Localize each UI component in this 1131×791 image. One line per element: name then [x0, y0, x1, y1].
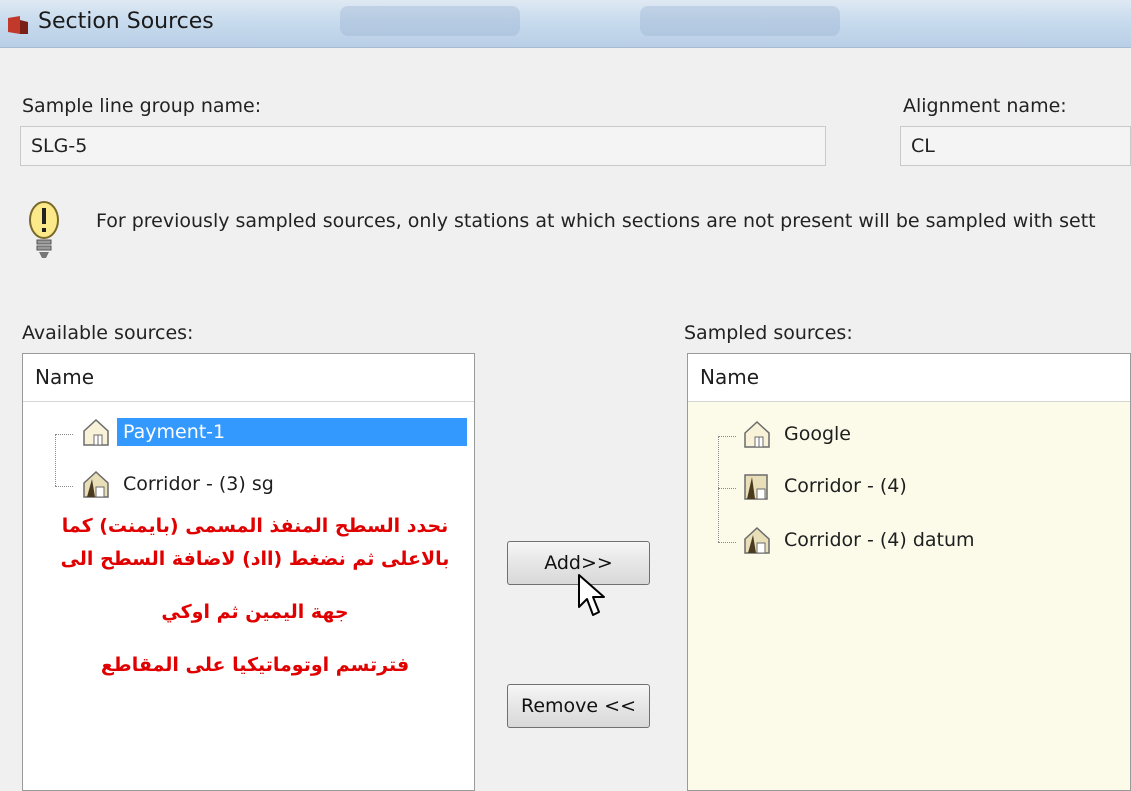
surface-icon [83, 418, 109, 446]
remove-button[interactable]: Remove << [507, 684, 650, 728]
available-name-column-header[interactable]: Name [23, 354, 474, 402]
tree-connector [55, 434, 73, 435]
lightbulb-icon [29, 201, 59, 258]
background-window-blur [340, 6, 520, 36]
tree-connector [718, 436, 719, 542]
sampled-name-column-header[interactable]: Name [688, 354, 1130, 402]
info-message: For previously sampled sources, only sta… [96, 210, 1096, 232]
sampled-sources-label: Sampled sources: [684, 322, 853, 344]
corridor-surface-icon [83, 470, 109, 498]
corridor-icon [744, 474, 768, 500]
annotation-line-4: فترتسم اوتوماتيكيا على المقاطع [100, 654, 410, 676]
background-window-blur [640, 6, 840, 36]
sampled-list-body: Google Corridor - (4) Corridor - (4) dat… [688, 402, 1130, 790]
available-list-body: Payment-1 Corridor - (3) sg [23, 402, 474, 790]
tree-connector [718, 488, 736, 489]
available-sources-label: Available sources: [22, 322, 194, 344]
window-title: Section Sources [38, 9, 214, 34]
alignment-field[interactable]: CL [900, 126, 1131, 166]
tree-connector [718, 436, 736, 437]
annotation-line-1: نحدد السطح المنفذ المسمى (بايمنت) كما [61, 515, 449, 537]
tree-connector [718, 542, 736, 543]
sample-line-group-label: Sample line group name: [22, 95, 262, 117]
sampled-item-corridor-4-datum[interactable]: Corridor - (4) datum [742, 522, 981, 558]
available-item-payment-1[interactable]: Payment-1 [81, 414, 467, 450]
annotation-line-3: جهة اليمين ثم اوكي [161, 601, 349, 623]
title-bar: Section Sources [0, 0, 1131, 48]
app-icon [8, 16, 28, 34]
surface-icon [744, 420, 770, 448]
sampled-sources-list[interactable]: Name Google Corridor - (4) Corridor - (4… [687, 353, 1131, 791]
available-sources-list[interactable]: Name Payment-1 Corridor - (3) sg [22, 353, 475, 791]
corridor-surface-icon [744, 526, 770, 554]
tree-connector [55, 486, 73, 487]
alignment-label: Alignment name: [903, 95, 1067, 117]
sample-line-group-field[interactable]: SLG-5 [20, 126, 826, 166]
mouse-cursor-icon [578, 574, 605, 616]
tree-connector [55, 434, 56, 486]
sampled-item-corridor-4[interactable]: Corridor - (4) [742, 468, 913, 504]
sampled-item-google[interactable]: Google [742, 416, 857, 452]
available-item-corridor-3-sg[interactable]: Corridor - (3) sg [81, 466, 280, 502]
annotation-line-2: بالاعلى ثم نضغط (ااد) لاضافة السطح الى [60, 548, 450, 570]
